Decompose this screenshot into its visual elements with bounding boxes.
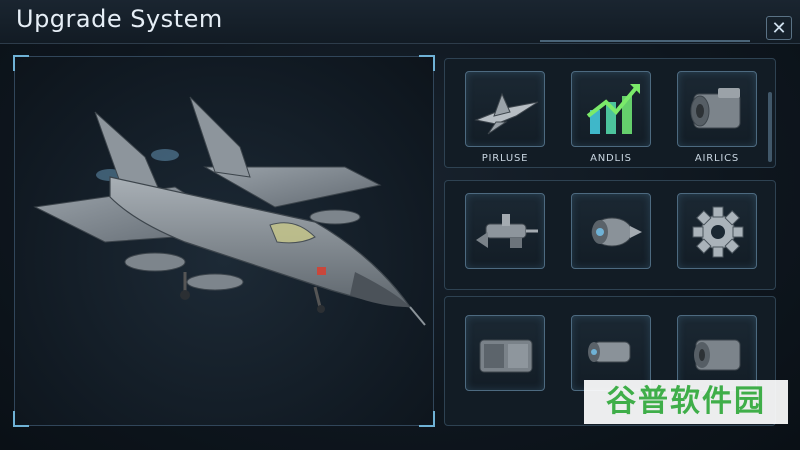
- growth-arrow-icon: [586, 84, 640, 134]
- aircraft-viewer: [13, 55, 435, 427]
- watermark-logo: 谷普软件园: [584, 380, 788, 424]
- upgrade-slot-airframe[interactable]: [465, 71, 545, 147]
- upgrade-row: [444, 180, 776, 290]
- upgrade-slot-turbine[interactable]: [571, 193, 651, 269]
- armor-block-icon: [479, 339, 533, 373]
- upgrade-slot-airlics[interactable]: [677, 71, 757, 147]
- upgrade-grid: PIRLUSE ANDLIS AIRLICS: [444, 56, 780, 426]
- upgrade-row: PIRLUSE ANDLIS AIRLICS: [444, 58, 776, 168]
- missile-pod-icon: [476, 214, 538, 248]
- title-bar: Upgrade System ✕: [0, 0, 800, 44]
- jet-icon: [474, 92, 539, 135]
- upgrade-slot-settings[interactable]: [677, 193, 757, 269]
- gear-icon: [692, 206, 744, 258]
- upgrade-slot-label: ANDLIS: [590, 153, 632, 164]
- upgrade-slot-missile-pod[interactable]: [465, 193, 545, 269]
- upgrade-slot-label: PIRLUSE: [481, 153, 529, 164]
- upgrade-slot-label: AIRLICS: [694, 153, 740, 164]
- window-title: Upgrade System: [16, 5, 223, 33]
- turbine-icon: [591, 217, 642, 247]
- upgrade-scrollbar[interactable]: [768, 92, 772, 162]
- engine-block-icon: [690, 88, 741, 129]
- fighter-jet-icon: [33, 96, 426, 326]
- upgrade-window: Upgrade System ✕ PIRLUSE ANDLIS AIRLICS …: [0, 0, 800, 450]
- upgrade-slot-analysis[interactable]: [571, 71, 651, 147]
- close-button[interactable]: ✕: [766, 16, 792, 40]
- title-accent-line: [540, 40, 750, 42]
- upgrade-slot-armor[interactable]: [465, 315, 545, 391]
